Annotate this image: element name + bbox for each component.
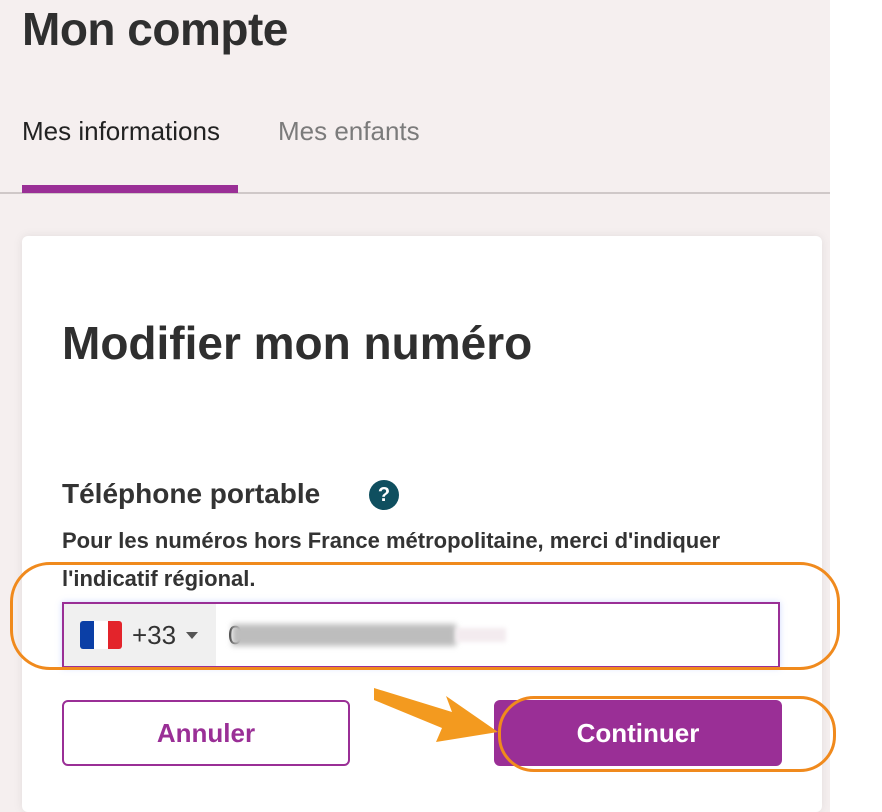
dialog-title: Modifier mon numéro — [62, 317, 533, 369]
tab-mes-informations[interactable]: Mes informations — [22, 116, 220, 147]
page-title: Mon compte — [22, 3, 288, 55]
question-circle-icon[interactable]: ? — [369, 480, 399, 510]
edit-number-dialog: Modifier mon numéro Téléphone portable ?… — [22, 236, 822, 812]
phone-input-group: +33 — [62, 602, 780, 668]
continue-button[interactable]: Continuer — [494, 700, 782, 766]
cancel-button[interactable]: Annuler — [62, 700, 350, 766]
right-margin — [830, 0, 882, 812]
phone-hint-text: Pour les numéros hors France métropolita… — [62, 528, 721, 591]
france-flag-icon — [80, 621, 122, 649]
tab-mes-enfants[interactable]: Mes enfants — [278, 116, 420, 147]
phone-field-label: Téléphone portable — [62, 478, 321, 509]
dial-code: +33 — [132, 619, 177, 650]
chevron-down-icon — [186, 631, 199, 639]
phone-number-input[interactable] — [218, 604, 778, 666]
country-code-select[interactable]: +33 — [64, 604, 216, 666]
